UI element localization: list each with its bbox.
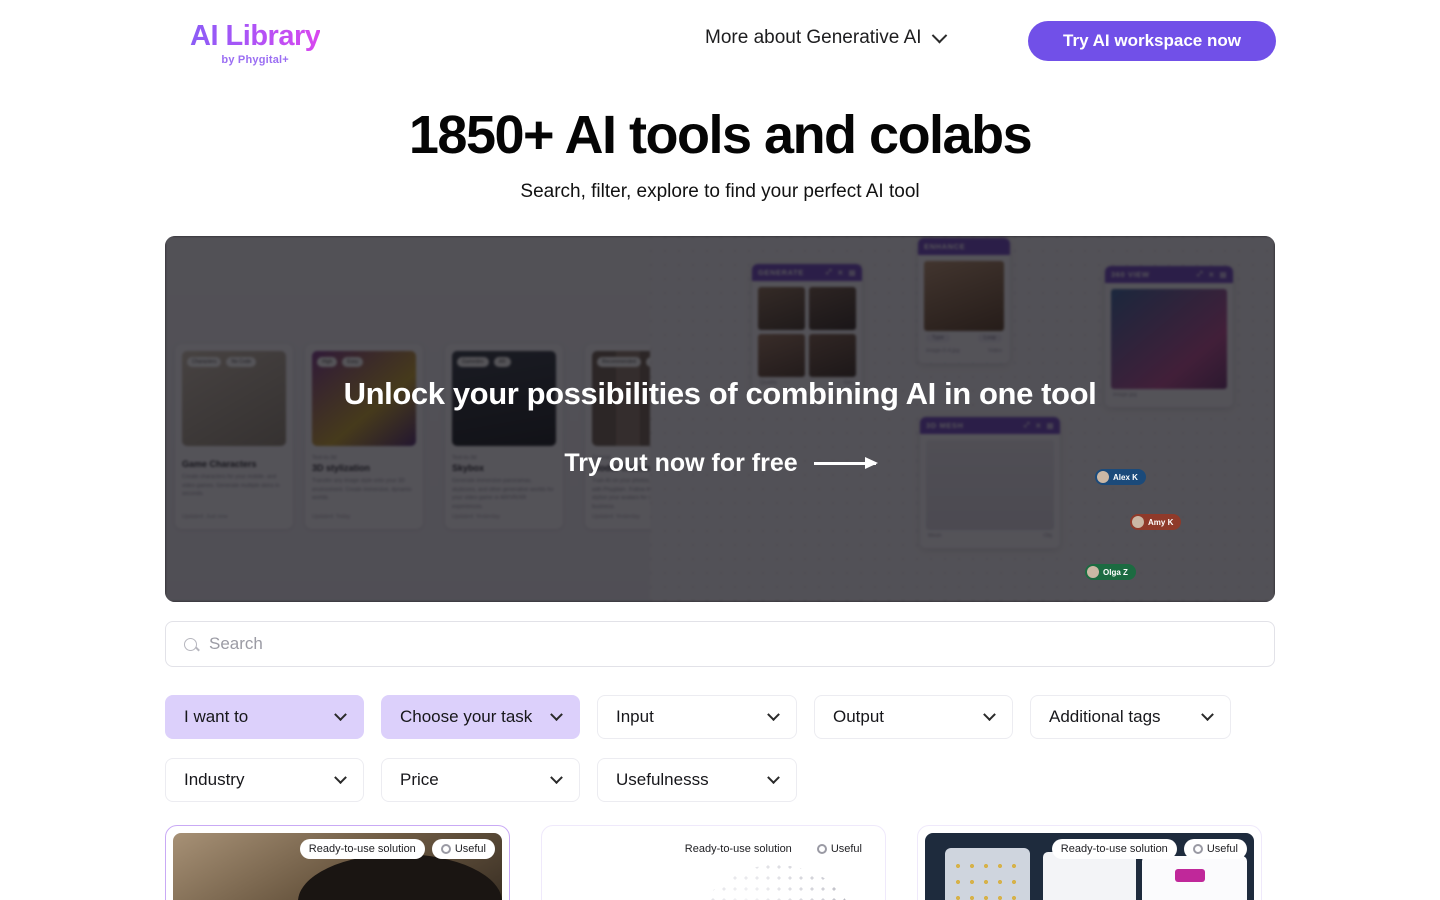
badge-useful-label: Useful: [1206, 843, 1238, 855]
cursor-badge: Olga Z: [1085, 564, 1136, 580]
try-ai-workspace-button[interactable]: Try AI workspace now: [1028, 21, 1276, 61]
filter-i-want-to[interactable]: I want to: [165, 695, 364, 739]
card-badges: Ready-to-use solution Useful: [675, 839, 871, 859]
chevron-down-icon: [1201, 707, 1214, 721]
badge-useful-label: Useful: [454, 843, 486, 855]
chevron-down-icon: [767, 707, 780, 721]
chevron-down-icon: [983, 707, 996, 721]
filter-label: Choose your task: [400, 707, 533, 726]
nav-more-about-generative-ai[interactable]: More about Generative AI: [705, 27, 947, 49]
logo[interactable]: AI Library by Phygital+: [190, 20, 321, 67]
promo-banner[interactable]: Characters No Code Game Characters Creat…: [165, 236, 1275, 602]
cursor-name: Olga Z: [1103, 567, 1128, 577]
banner-cta[interactable]: Try out now for free: [165, 449, 1275, 478]
result-card[interactable]: Ready-to-use solution Useful: [917, 825, 1262, 900]
cursor-badge: Amy K: [1130, 514, 1182, 530]
badge-useful: Useful: [1183, 839, 1247, 859]
banner-cta-label: Try out now for free: [564, 449, 798, 477]
chevron-down-icon: [550, 770, 563, 784]
badge-ready-to-use: Ready-to-use solution: [1051, 839, 1177, 859]
thumb-dots: [954, 862, 1021, 900]
avatar: [1132, 516, 1144, 528]
search-icon: [184, 637, 197, 651]
filter-input[interactable]: Input: [597, 695, 797, 739]
thumb-shape: [298, 854, 502, 900]
filter-row-secondary: Industry Price Usefulnesss: [165, 758, 797, 802]
filter-usefulness[interactable]: Usefulnesss: [597, 758, 797, 802]
thumb-panel: [1043, 852, 1136, 900]
logo-title: AI Library: [190, 20, 321, 52]
nav-label: More about Generative AI: [705, 27, 922, 48]
chevron-down-icon: [334, 707, 347, 721]
chevron-down-icon: [767, 770, 780, 784]
cursor-name: Amy K: [1148, 517, 1174, 527]
page-root: AI Library by Phygital+ More about Gener…: [0, 0, 1440, 900]
badge-ready-to-use: Ready-to-use solution: [299, 839, 425, 859]
arrow-right-icon: [813, 457, 878, 469]
banner-overlay: [165, 236, 1275, 602]
badge-useful: Useful: [431, 839, 495, 859]
filter-row-primary: I want to Choose your task Input Output …: [165, 695, 1231, 739]
filter-label: Input: [616, 707, 654, 726]
filter-industry[interactable]: Industry: [165, 758, 364, 802]
badge-useful: Useful: [807, 839, 871, 859]
filter-price[interactable]: Price: [381, 758, 580, 802]
badge-ready-to-use: Ready-to-use solution: [675, 839, 801, 859]
result-card[interactable]: Ready-to-use solution Useful: [541, 825, 886, 900]
collaborator-cursor-amy: Amy K: [1130, 514, 1182, 530]
page-subtitle: Search, filter, explore to find your per…: [520, 181, 920, 202]
filter-label: Industry: [184, 770, 245, 789]
site-header: AI Library by Phygital+ More about Gener…: [0, 0, 1440, 82]
result-card[interactable]: Ready-to-use solution Useful: [165, 825, 510, 900]
thumb-accent: [1175, 869, 1205, 882]
search-bar[interactable]: [165, 621, 1275, 667]
filter-label: Price: [400, 770, 439, 789]
filter-label: I want to: [184, 707, 249, 726]
filter-additional-tags[interactable]: Additional tags: [1030, 695, 1231, 739]
filter-choose-your-task[interactable]: Choose your task: [381, 695, 580, 739]
search-input[interactable]: [209, 634, 1256, 654]
filter-output[interactable]: Output: [814, 695, 1013, 739]
badge-useful-label: Useful: [830, 843, 862, 855]
filter-label: Additional tags: [1049, 707, 1161, 726]
card-badges: Ready-to-use solution Useful: [1051, 839, 1247, 859]
gear-icon: [440, 844, 451, 854]
banner-headline: Unlock your possibilities of combining A…: [343, 376, 1097, 411]
filter-label: Output: [833, 707, 885, 726]
page-title: 1850+ AI tools and colabs: [408, 105, 1033, 165]
collaborator-cursor-olga: Olga Z: [1085, 564, 1136, 580]
chevron-down-icon: [334, 770, 347, 784]
card-badges: Ready-to-use solution Useful: [299, 839, 495, 859]
thumb-shape: [700, 864, 852, 900]
avatar: [1087, 566, 1099, 578]
logo-subtitle: by Phygital+: [221, 54, 289, 66]
filter-label: Usefulnesss: [616, 770, 709, 789]
chevron-down-icon: [931, 27, 947, 43]
chevron-down-icon: [550, 707, 563, 721]
gear-icon: [816, 844, 827, 854]
gear-icon: [1192, 844, 1203, 854]
